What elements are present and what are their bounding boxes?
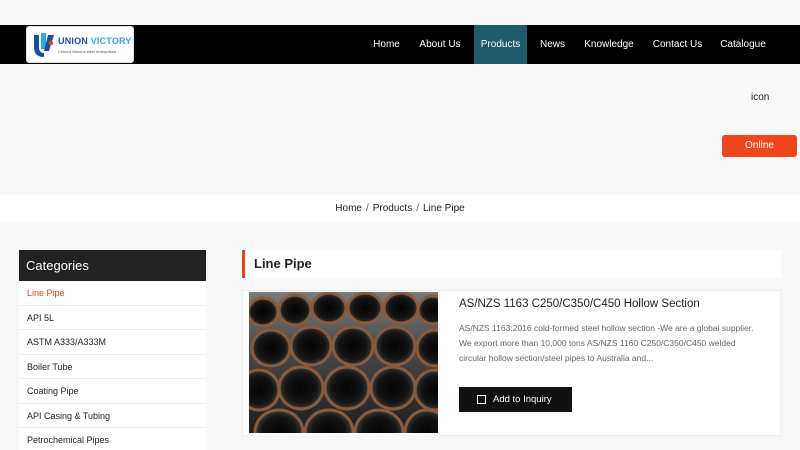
section-header: Line Pipe [242,250,781,278]
category-api-5l[interactable]: API 5L [19,306,206,330]
banner-icon-alt-text: icon [751,92,770,103]
brand-tagline: China's famous steel enterprises [58,49,116,54]
nav-item-home[interactable]: Home [366,25,407,64]
brand-name: UNION VICTORY [58,36,132,46]
category-line-pipe[interactable]: Line Pipe [19,281,206,306]
breadcrumb-bar: Home / Products / Line Pipe [0,195,800,222]
category-coating-pipe[interactable]: Coating Pipe [19,379,206,404]
product-title[interactable]: AS/NZS 1163 C250/C350/C450 Hollow Sectio… [459,298,700,310]
add-to-inquiry-button[interactable]: Add to Inquiry [459,387,572,412]
breadcrumb-separator: / [416,203,419,214]
breadcrumb-home[interactable]: Home [335,203,362,214]
main-navbar: UNION VICTORY China's famous steel enter… [0,25,800,64]
product-image[interactable] [249,292,438,433]
breadcrumb: Home / Products / Line Pipe [0,195,800,222]
product-description: AS/NZS 1163:2016 cold-formed steel hollo… [459,323,754,363]
category-petrochemical-pipes[interactable]: Petrochemical Pipes [19,428,206,450]
breadcrumb-products[interactable]: Products [373,203,412,214]
category-boiler-tube[interactable]: Boiler Tube [19,355,206,379]
nav-item-news[interactable]: News [534,25,571,64]
online-chat-button[interactable]: Online [722,135,797,157]
nav-item-about-us[interactable]: About Us [414,25,466,64]
product-card: AS/NZS 1163 C250/C350/C450 Hollow Sectio… [242,290,781,436]
brand-logo[interactable]: UNION VICTORY China's famous steel enter… [26,26,134,63]
nav-item-catalogue[interactable]: Catalogue [715,25,771,64]
add-to-inquiry-label: Add to Inquiry [493,394,552,405]
steel-pipes-image [249,292,438,433]
breadcrumb-separator: / [365,203,369,214]
logo-mark-icon [34,33,54,57]
nav-item-contact-us[interactable]: Contact Us [648,25,707,64]
categories-sidebar: Categories Line Pipe API 5L ASTM A333/A3… [19,250,206,450]
nav-item-products[interactable]: Products [474,25,527,64]
category-astm-a333[interactable]: ASTM A333/A333M [19,330,206,355]
breadcrumb-line-pipe[interactable]: Line Pipe [423,203,465,214]
categories-title: Categories [19,250,206,281]
checkbox-icon [477,395,486,404]
hero-banner [0,64,800,195]
top-strip [0,0,800,25]
section-title: Line Pipe [254,256,312,271]
nav-item-knowledge[interactable]: Knowledge [578,25,640,64]
category-api-casing-tubing[interactable]: API Casing & Tubing [19,404,206,428]
